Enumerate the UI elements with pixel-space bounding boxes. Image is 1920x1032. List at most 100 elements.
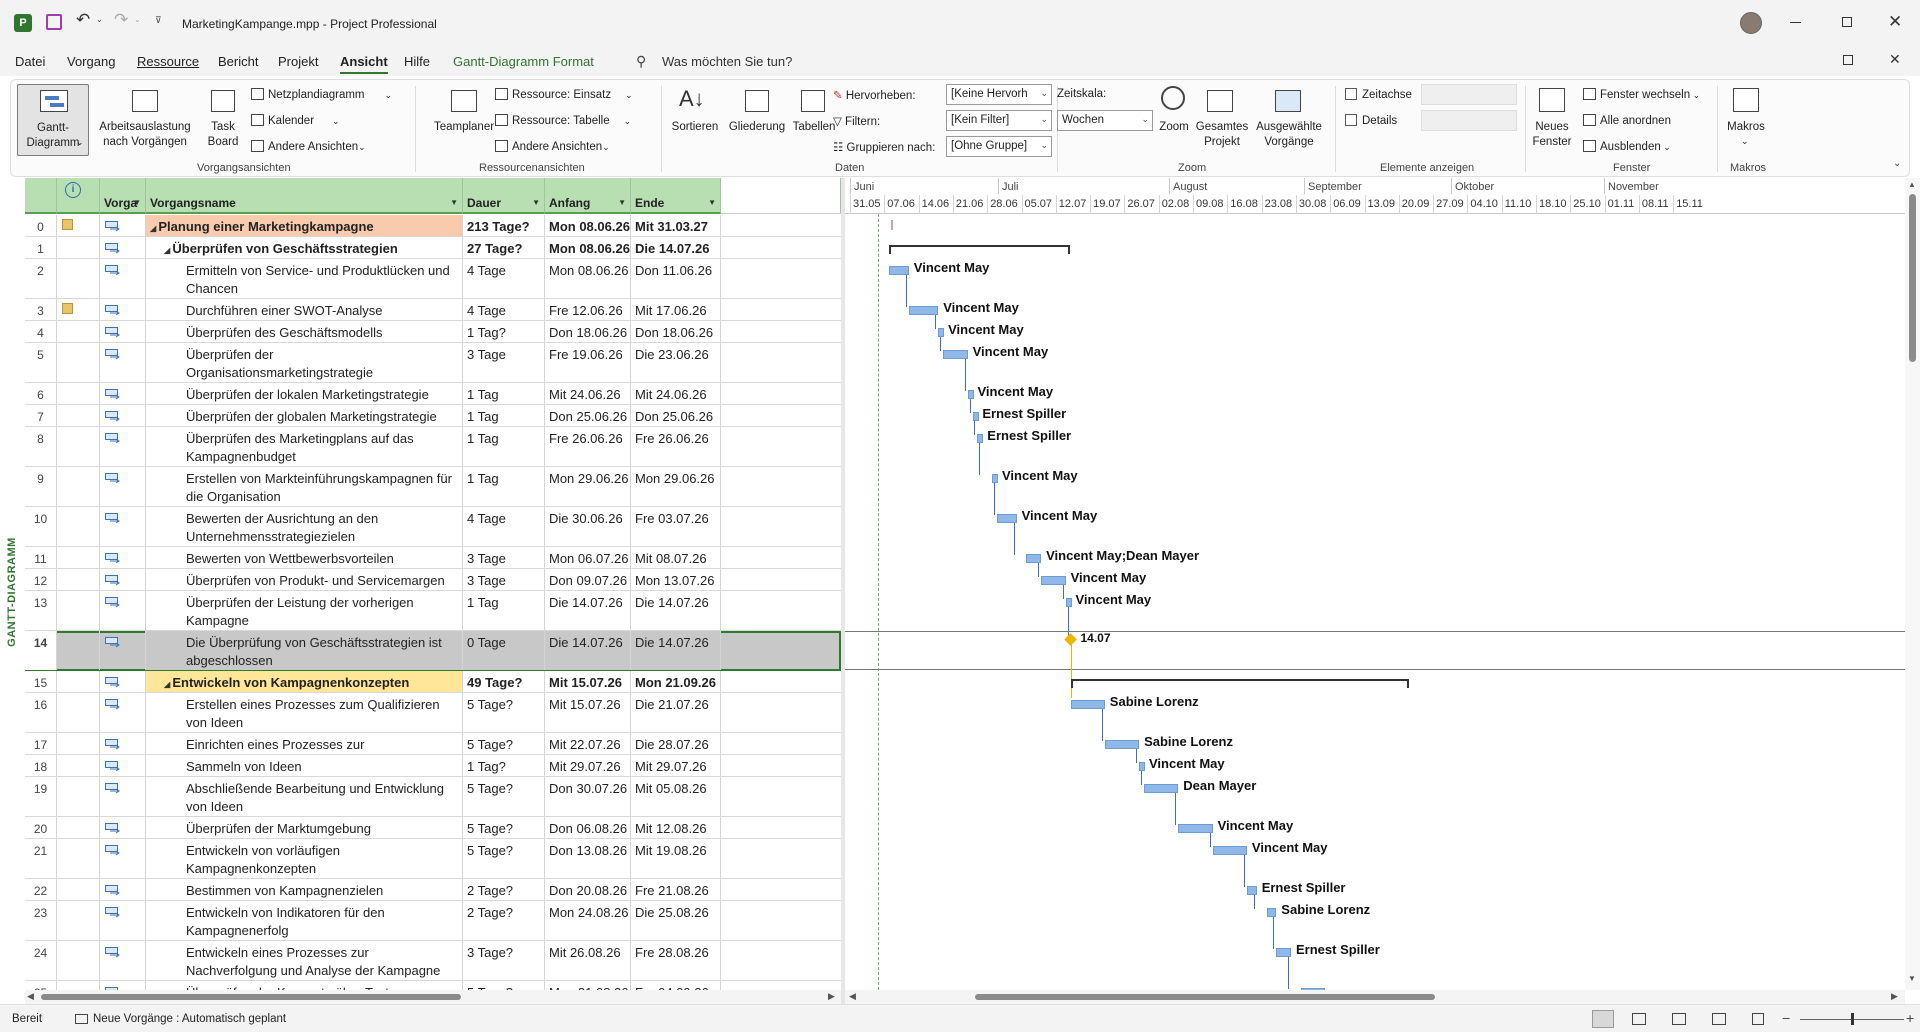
task-bar[interactable] (1026, 554, 1042, 563)
collapse-triangle-icon[interactable]: ◢ (150, 224, 158, 233)
task-bar[interactable] (943, 350, 968, 359)
search-input[interactable]: Was möchten Sie tun? (662, 54, 792, 69)
end-cell[interactable]: Mon 13.07.26 (631, 569, 721, 590)
end-cell[interactable]: Don 18.06.26 (631, 321, 721, 342)
end-cell[interactable]: Die 21.07.26 (631, 693, 721, 732)
row-id[interactable]: 2 (25, 259, 57, 298)
row-id[interactable]: 10 (25, 507, 57, 546)
duration-cell[interactable]: 5 Tage? (463, 817, 545, 838)
end-cell[interactable]: Fre 21.08.26 (631, 879, 721, 900)
start-cell[interactable]: Mon 08.06.26 (545, 215, 631, 236)
task-mode-cell[interactable] (100, 817, 146, 838)
avatar[interactable] (1740, 12, 1762, 34)
task-mode-cell[interactable] (100, 733, 146, 754)
table-scroll-thumb[interactable] (41, 994, 461, 1000)
end-cell[interactable]: Fre 28.08.26 (631, 941, 721, 980)
task-mode-status[interactable]: Neue Vorgänge : Automatisch geplant (93, 1013, 286, 1025)
table-row[interactable]: 23 Entwickeln von Indikatoren für den Kam… (25, 901, 841, 941)
duration-cell[interactable]: 1 Tag (463, 467, 545, 506)
task-mode-cell[interactable] (100, 981, 146, 990)
table-row[interactable]: 25 Überprüfen der Konzepte über Testgrupp… (25, 981, 841, 990)
task-bar[interactable] (997, 514, 1017, 523)
column-header-start[interactable]: Anfang ▼ (545, 178, 631, 214)
task-mode-cell[interactable] (100, 839, 146, 878)
table-row[interactable]: 12 Überprüfen von Produkt- und Servicemar… (25, 569, 841, 591)
task-name[interactable]: Überprüfen der Leistung der vorherigen K… (146, 591, 463, 630)
table-row[interactable]: 4 Überprüfen des Geschäftsmodells 1 Tag? Do… (25, 321, 841, 343)
task-name[interactable]: Sammeln von Ideen (146, 755, 463, 776)
task-bar[interactable] (1139, 762, 1146, 771)
table-row[interactable]: 15 ◢ Entwickeln von Kampagnenkonzepten 49 … (25, 671, 841, 693)
end-cell[interactable]: Die 14.07.26 (631, 237, 721, 258)
column-header-end[interactable]: Ende ▼ (631, 178, 721, 214)
task-bar[interactable] (1104, 740, 1140, 749)
zoom-out-icon[interactable]: − (1782, 1010, 1790, 1026)
task-name[interactable]: Überprüfen von Produkt- und Servicemarge… (146, 569, 463, 590)
table-row[interactable]: 10 Bewerten der Ausrichtung an den Untern… (25, 507, 841, 547)
row-id[interactable]: 12 (25, 569, 57, 590)
collapse-triangle-icon[interactable]: ◢ (164, 246, 172, 255)
start-cell[interactable]: Mon 08.06.26 (545, 237, 631, 258)
end-cell[interactable]: Mit 31.03.27 (631, 215, 721, 236)
duration-cell[interactable]: 5 Tage? (463, 777, 545, 816)
macros-button[interactable]: Makros (1723, 120, 1769, 135)
table-row[interactable]: 17 Einrichten eines Prozesses zur Ideenwe… (25, 733, 841, 755)
duration-cell[interactable]: 5 Tage? (463, 981, 545, 990)
summary-bar[interactable] (889, 245, 1071, 254)
task-bar[interactable] (1144, 784, 1179, 793)
task-mode-cell[interactable] (100, 259, 146, 298)
task-bar[interactable] (1178, 824, 1213, 833)
duration-cell[interactable]: 1 Tag (463, 427, 545, 466)
task-name[interactable]: Durchführen einer SWOT-Analyse (146, 299, 463, 320)
end-cell[interactable]: Mon 21.09.26 (631, 671, 721, 692)
table-row[interactable]: 19 Abschließende Bearbeitung und Entwickl… (25, 777, 841, 817)
collapse-ribbon-icon[interactable]: ⌄ (1893, 158, 1901, 169)
end-cell[interactable]: Don 11.06.26 (631, 259, 721, 298)
table-row[interactable]: 8 Überprüfen des Marketingplans auf das K… (25, 427, 841, 467)
table-row[interactable]: 3 Durchführen einer SWOT-Analyse 4 Tage Fre… (25, 299, 841, 321)
start-cell[interactable]: Don 30.07.26 (545, 777, 631, 816)
row-id[interactable]: 19 (25, 777, 57, 816)
menu-projekt[interactable]: Projekt (278, 54, 318, 69)
task-bar[interactable] (972, 412, 979, 421)
task-name[interactable]: Überprüfen des Marketingplans auf das Ka… (146, 427, 463, 466)
table-row[interactable]: 14 Die Überprüfung von Geschäftsstrategie… (25, 631, 841, 671)
maximize-icon[interactable] (1842, 17, 1852, 27)
start-cell[interactable]: Don 20.08.26 (545, 879, 631, 900)
column-header-name[interactable]: Vorgangsname ▼ (146, 178, 463, 214)
end-cell[interactable]: Mit 17.06.26 (631, 299, 721, 320)
sort-button[interactable]: Sortieren (663, 120, 727, 135)
close-icon[interactable]: ✕ (1888, 12, 1902, 32)
chart-horizontal-scrollbar[interactable]: ◀ ▶ (845, 990, 1905, 1004)
task-mode-cell[interactable] (100, 215, 146, 236)
menu-datei[interactable]: Datei (15, 54, 45, 69)
task-mode-cell[interactable] (100, 631, 146, 670)
note-icon[interactable] (62, 219, 73, 230)
table-row[interactable]: 21 Entwickeln von vorläufigen Kampagnenko… (25, 839, 841, 879)
start-cell[interactable]: Fre 26.06.26 (545, 427, 631, 466)
end-cell[interactable]: Die 25.08.26 (631, 901, 721, 940)
task-name[interactable]: Überprüfen der Marktumgebung (146, 817, 463, 838)
row-id[interactable]: 8 (25, 427, 57, 466)
duration-cell[interactable]: 0 Tage (463, 631, 545, 670)
task-name[interactable]: Ermitteln von Service- und Produktlücken… (146, 259, 463, 298)
duration-cell[interactable]: 3 Tage (463, 569, 545, 590)
table-row[interactable]: 2 Ermitteln von Service- und Produktlücke… (25, 259, 841, 299)
task-bar[interactable] (1246, 886, 1257, 895)
task-name[interactable]: ◢ Planung einer Marketingkampagne (146, 215, 463, 236)
duration-cell[interactable]: 4 Tage (463, 259, 545, 298)
timeline-checkbox[interactable]: Zeitachse (1345, 88, 1412, 101)
start-cell[interactable]: Fre 12.06.26 (545, 299, 631, 320)
customize-toolbar-icon[interactable]: ⊽ (155, 15, 162, 26)
column-header-indicators[interactable]: i (57, 178, 100, 214)
start-cell[interactable]: Die 14.07.26 (545, 591, 631, 630)
minimize-icon[interactable] (1790, 22, 1801, 23)
start-cell[interactable]: Mit 24.06.26 (545, 383, 631, 404)
start-cell[interactable]: Mon 06.07.26 (545, 547, 631, 568)
zoom-in-icon[interactable]: + (1906, 1010, 1914, 1026)
row-id[interactable]: 13 (25, 591, 57, 630)
task-name[interactable]: ◢ Überprüfen von Geschäftsstrategien (146, 237, 463, 258)
task-bar[interactable] (1041, 576, 1066, 585)
start-cell[interactable]: Don 18.06.26 (545, 321, 631, 342)
start-cell[interactable]: Mit 22.07.26 (545, 733, 631, 754)
